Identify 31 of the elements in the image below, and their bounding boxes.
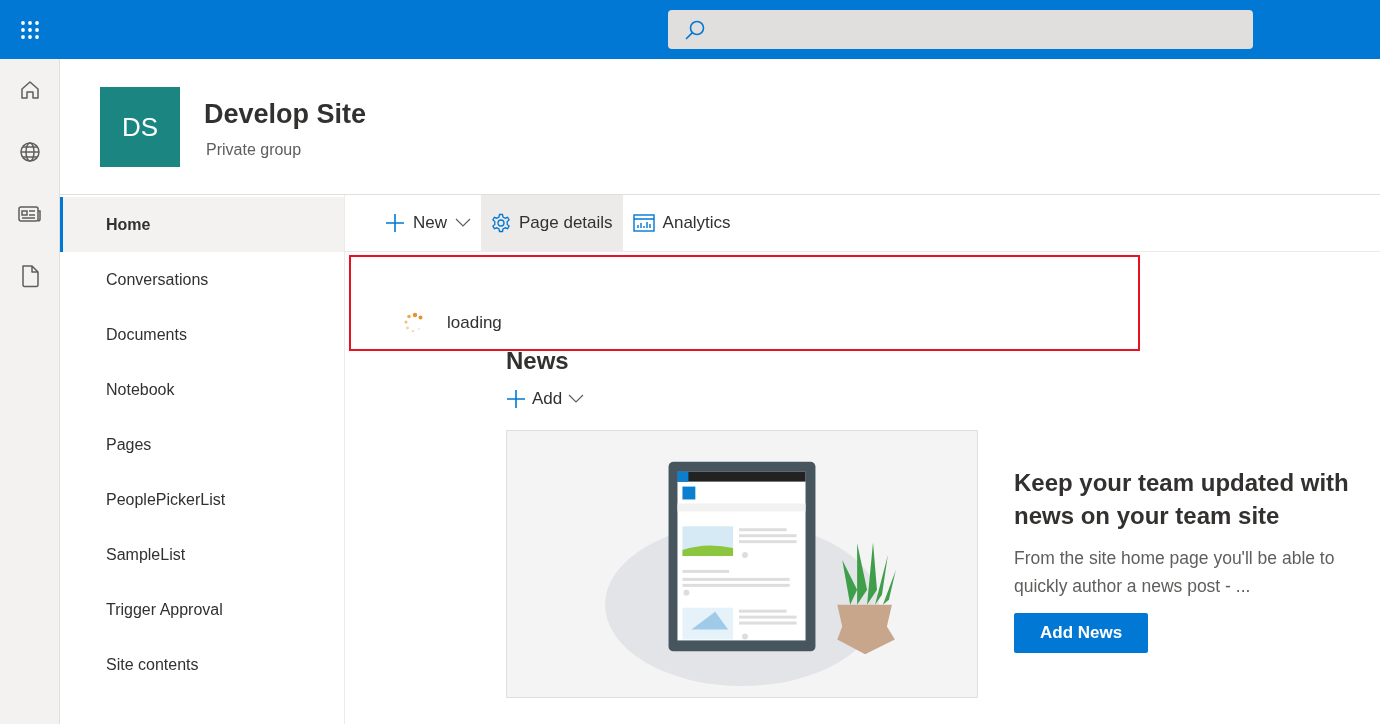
- new-menu-button[interactable]: New: [375, 195, 481, 251]
- search-icon: [684, 18, 706, 41]
- promo-heading: Keep your team updated with news on your team site: [1014, 468, 1350, 531]
- nav-link[interactable]: PeoplePickerList: [60, 472, 344, 527]
- loading-text: loading: [447, 312, 502, 334]
- nav-link[interactable]: Home: [60, 197, 344, 252]
- nav-link[interactable]: Documents: [60, 307, 344, 362]
- nav-link[interactable]: SampleList: [60, 527, 344, 582]
- caret-icon: [455, 218, 471, 228]
- spinner-icon: [403, 311, 425, 334]
- nav-link[interactable]: Site contents: [60, 637, 344, 692]
- caret-icon: [568, 393, 585, 404]
- nav-link[interactable]: Pages: [60, 417, 344, 472]
- page-details-button[interactable]: Page details: [481, 195, 623, 251]
- analytics-button[interactable]: Analytics: [622, 195, 741, 251]
- site-logo: DS: [100, 87, 180, 167]
- news-heading: News: [506, 346, 570, 376]
- plus-icon: [506, 388, 526, 409]
- promo-description: From the site home page you'll be able to quickly author a news post - ...: [1014, 547, 1336, 598]
- site-title[interactable]: Develop Site: [204, 97, 367, 131]
- site-subtitle: Private group: [206, 140, 303, 160]
- nav-link[interactable]: Trigger Approval: [60, 582, 344, 637]
- nav-link[interactable]: Notebook: [60, 362, 344, 417]
- nav-link[interactable]: Conversations: [60, 252, 344, 307]
- gear-icon: [491, 213, 511, 233]
- chart-icon: [632, 214, 655, 232]
- add-news-dropdown[interactable]: Add: [506, 386, 585, 412]
- globe-icon[interactable]: [18, 139, 42, 163]
- add-news-button[interactable]: Add News: [1014, 613, 1149, 653]
- plus-icon: [385, 213, 405, 233]
- search-field[interactable]: [668, 10, 1253, 49]
